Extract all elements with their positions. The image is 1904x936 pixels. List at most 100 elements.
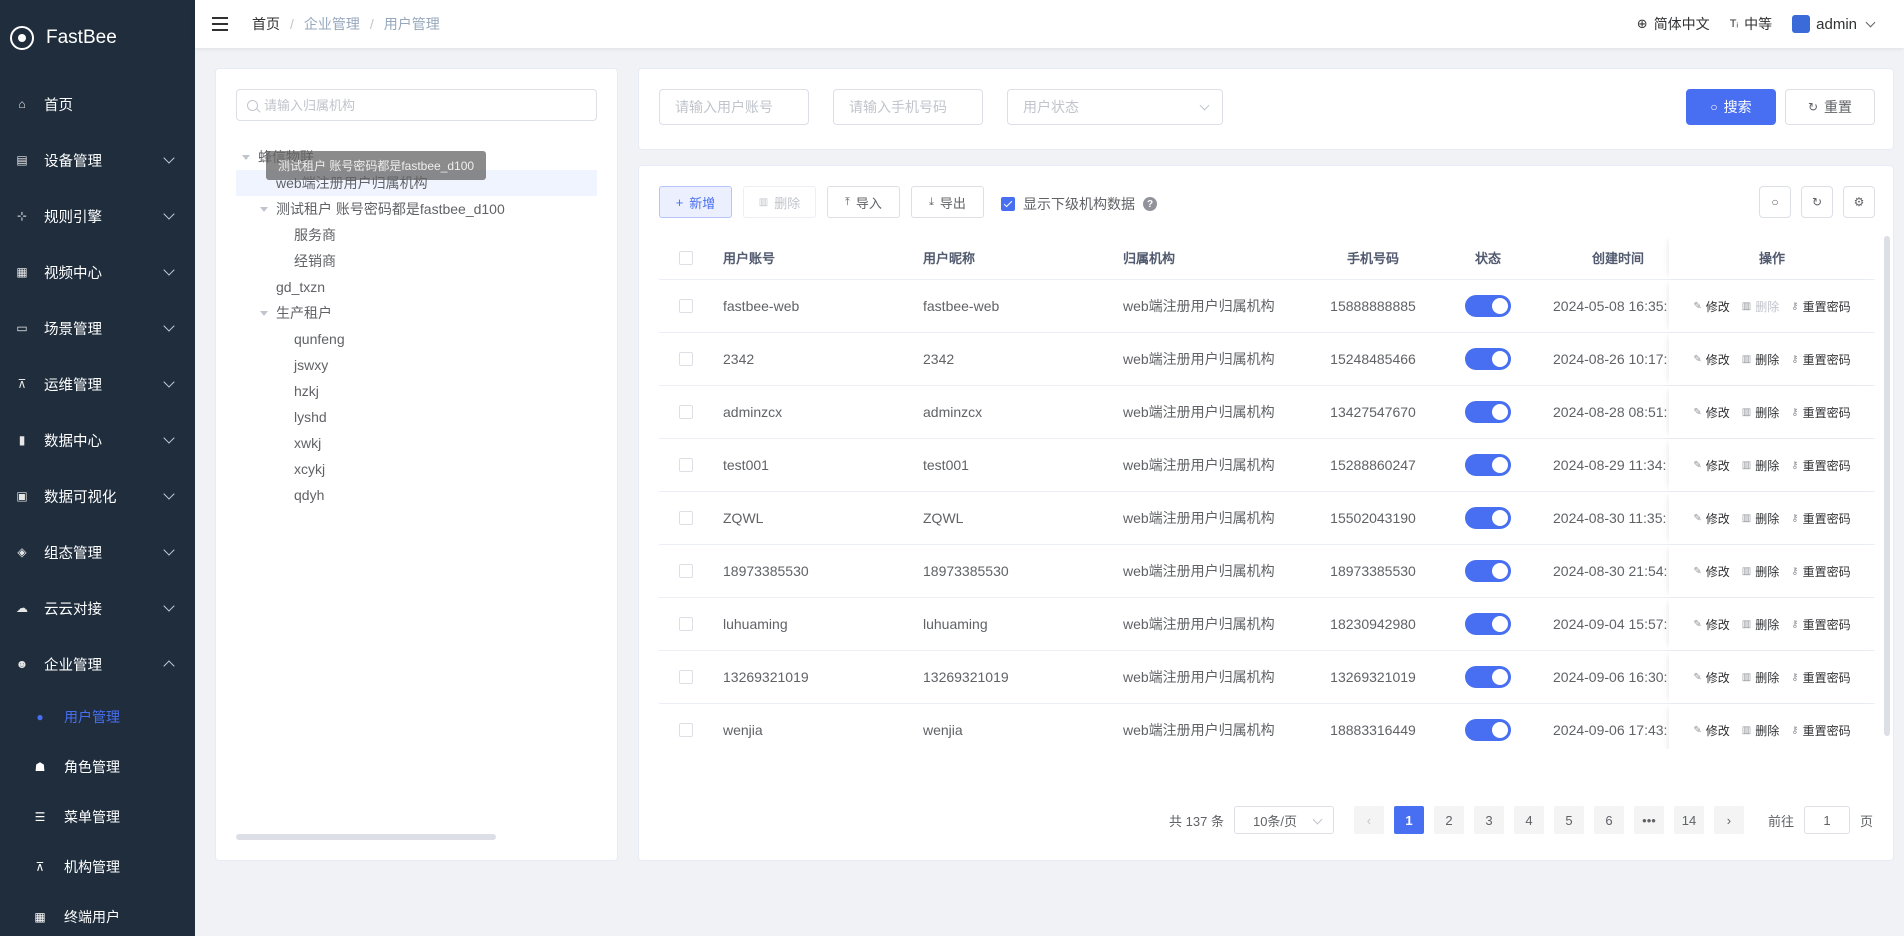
next-page-button[interactable]: › [1713, 806, 1744, 834]
page-size-select[interactable]: 10条/页 [1233, 806, 1334, 834]
page-button[interactable]: 5 [1553, 806, 1584, 834]
account-filter[interactable] [659, 89, 809, 125]
row-checkbox[interactable] [679, 617, 693, 631]
sidebar-subitem-4[interactable]: ▦ 终端用户 [0, 892, 195, 936]
row-checkbox[interactable] [679, 405, 693, 419]
add-button[interactable]: + 新增 [659, 186, 732, 218]
tree-node[interactable]: 经销商 [236, 248, 597, 274]
row-checkbox[interactable] [679, 352, 693, 366]
edit-button[interactable]: ✎ 修改 [1693, 298, 1729, 315]
breadcrumb-enterprise[interactable]: 企业管理 [304, 14, 360, 34]
hamburger-icon[interactable] [212, 17, 228, 31]
sidebar-item-3[interactable]: ▦ 视频中心 [0, 244, 195, 300]
reset-password-button[interactable]: ⚷ 重置密码 [1791, 457, 1850, 474]
goto-page-input[interactable] [1803, 806, 1850, 834]
sidebar-subitem-2[interactable]: ☰ 菜单管理 [0, 792, 195, 842]
caret-down-icon[interactable] [242, 154, 250, 160]
delete-row-button[interactable]: ▥ 删除 [1742, 616, 1779, 633]
delete-button[interactable]: ▥ 删除 [743, 186, 816, 218]
status-switch[interactable] [1465, 348, 1511, 370]
logo[interactable]: FastBee [0, 0, 195, 76]
sidebar-item-8[interactable]: ◈ 组态管理 [0, 524, 195, 580]
edit-button[interactable]: ✎ 修改 [1693, 351, 1729, 368]
status-select-input[interactable] [1023, 99, 1222, 115]
status-switch[interactable] [1465, 560, 1511, 582]
sidebar-subitem-0[interactable]: ● 用户管理 [0, 692, 195, 742]
sidebar-item-0[interactable]: ⌂ 首页 [0, 76, 195, 132]
column-settings-button[interactable]: ⚙ [1843, 186, 1875, 218]
export-button[interactable]: ⤓ 导出 [911, 186, 984, 218]
row-checkbox[interactable] [679, 458, 693, 472]
delete-row-button[interactable]: ▥ 删除 [1742, 722, 1779, 739]
delete-row-button[interactable]: ▥ 删除 [1742, 351, 1779, 368]
more-pages-button[interactable]: ••• [1633, 806, 1664, 834]
status-switch[interactable] [1465, 295, 1511, 317]
sidebar-item-1[interactable]: ▤ 设备管理 [0, 132, 195, 188]
org-search-input[interactable] [264, 97, 564, 113]
tree-node[interactable]: qdyh [236, 482, 597, 508]
tree-node[interactable]: hzkj [236, 378, 597, 404]
show-sub-org-checkbox[interactable] [1001, 197, 1015, 211]
delete-row-button[interactable]: ▥ 删除 [1742, 510, 1779, 527]
page-button[interactable]: 14 [1673, 806, 1704, 834]
sidebar-item-6[interactable]: ▮ 数据中心 [0, 412, 195, 468]
tree-node[interactable]: 生产租户 [236, 300, 597, 326]
reset-password-button[interactable]: ⚷ 重置密码 [1791, 669, 1850, 686]
show-sub-org-toggle[interactable]: 显示下级机构数据 ? [1001, 194, 1157, 214]
reset-password-button[interactable]: ⚷ 重置密码 [1791, 298, 1850, 315]
edit-button[interactable]: ✎ 修改 [1693, 722, 1729, 739]
sidebar-item-9[interactable]: ☁ 云云对接 [0, 580, 195, 636]
phone-input[interactable] [849, 99, 982, 115]
language-switch[interactable]: ⊕ 简体中文 [1637, 14, 1710, 34]
search-button[interactable]: ○ 搜索 [1686, 89, 1776, 125]
page-button[interactable]: 3 [1473, 806, 1504, 834]
reset-password-button[interactable]: ⚷ 重置密码 [1791, 722, 1850, 739]
sidebar-item-4[interactable]: ▭ 场景管理 [0, 300, 195, 356]
edit-button[interactable]: ✎ 修改 [1693, 510, 1729, 527]
toggle-search-button[interactable]: ○ [1759, 186, 1791, 218]
reset-password-button[interactable]: ⚷ 重置密码 [1791, 404, 1850, 421]
help-icon[interactable]: ? [1143, 197, 1157, 211]
row-checkbox[interactable] [679, 299, 693, 313]
tree-node[interactable]: lyshd [236, 404, 597, 430]
vertical-scrollbar[interactable] [1884, 236, 1890, 736]
tree-node[interactable]: xwkj [236, 430, 597, 456]
tree-node[interactable]: jswxy [236, 352, 597, 378]
reset-password-button[interactable]: ⚷ 重置密码 [1791, 616, 1850, 633]
status-switch[interactable] [1465, 401, 1511, 423]
page-button[interactable]: 2 [1433, 806, 1464, 834]
breadcrumb-home[interactable]: 首页 [252, 14, 280, 34]
row-checkbox[interactable] [679, 564, 693, 578]
tree-node[interactable]: 测试租户 账号密码都是fastbee_d100 [236, 196, 597, 222]
sidebar-item-2[interactable]: ⊹ 规则引擎 [0, 188, 195, 244]
refresh-button[interactable]: ↻ [1801, 186, 1833, 218]
font-size-switch[interactable]: Tᵢ 中等 [1730, 14, 1772, 34]
reset-password-button[interactable]: ⚷ 重置密码 [1791, 351, 1850, 368]
delete-row-button[interactable]: ▥ 删除 [1742, 669, 1779, 686]
row-checkbox[interactable] [679, 670, 693, 684]
page-button[interactable]: 4 [1513, 806, 1544, 834]
edit-button[interactable]: ✎ 修改 [1693, 457, 1729, 474]
status-select[interactable] [1007, 89, 1223, 125]
prev-page-button[interactable]: ‹ [1353, 806, 1384, 834]
tree-node[interactable]: xcykj [236, 456, 597, 482]
status-switch[interactable] [1465, 454, 1511, 476]
delete-row-button[interactable]: ▥ 删除 [1742, 563, 1779, 580]
sidebar-subitem-1[interactable]: ☗ 角色管理 [0, 742, 195, 792]
status-switch[interactable] [1465, 666, 1511, 688]
horizontal-scrollbar[interactable] [236, 834, 496, 840]
phone-filter[interactable] [833, 89, 983, 125]
caret-down-icon[interactable] [260, 206, 268, 212]
sidebar-item-10[interactable]: ☻ 企业管理 [0, 636, 195, 692]
sidebar-item-5[interactable]: ⊼ 运维管理 [0, 356, 195, 412]
account-input[interactable] [675, 99, 808, 115]
edit-button[interactable]: ✎ 修改 [1693, 669, 1729, 686]
tree-node[interactable]: gd_txzn [236, 274, 597, 300]
status-switch[interactable] [1465, 719, 1511, 741]
reset-button[interactable]: ↻ 重置 [1785, 89, 1875, 125]
edit-button[interactable]: ✎ 修改 [1693, 404, 1729, 421]
edit-button[interactable]: ✎ 修改 [1693, 616, 1729, 633]
caret-down-icon[interactable] [260, 310, 268, 316]
status-switch[interactable] [1465, 613, 1511, 635]
reset-password-button[interactable]: ⚷ 重置密码 [1791, 563, 1850, 580]
